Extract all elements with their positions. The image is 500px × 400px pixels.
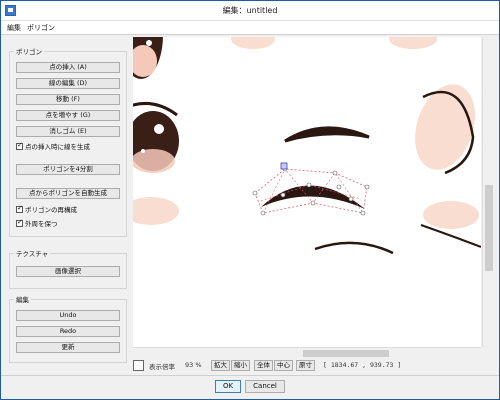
insert-line-checkbox[interactable]: 点の挿入時に線を生成: [16, 141, 90, 151]
left-cheek-blush: [133, 197, 179, 225]
zoom-out-button[interactable]: 縮小: [231, 360, 250, 371]
redo-button[interactable]: Redo: [16, 326, 120, 337]
edit-canvas[interactable]: [133, 37, 481, 347]
zoom-value: 93 %: [185, 361, 202, 369]
title-bar: 編集：untitled: [1, 1, 499, 21]
checkbox-icon: [16, 204, 23, 213]
split-polygon-button[interactable]: ポリゴンを4分割: [16, 164, 120, 175]
eyebrow-shape: [284, 126, 370, 143]
canvas-artwork: [133, 37, 481, 255]
menu-bar: 編集 ポリゴン: [1, 21, 499, 35]
cursor-coordinates: [ 1834.67 , 939.73 ]: [323, 361, 402, 369]
editor-window: 編集：untitled 編集 ポリゴン ポリゴン 点の挿入 (A) 線の編集 (…: [0, 0, 500, 400]
horizontal-scroll-thumb[interactable]: [303, 350, 389, 357]
right-ear-shape: [415, 84, 475, 175]
polygon-group: ポリゴン 点の挿入 (A) 線の編集 (D) 移動 (F) 点を増やす (G) …: [9, 46, 127, 237]
vertical-scrollbar[interactable]: [482, 37, 494, 347]
window-title: 編集：untitled: [222, 6, 278, 15]
auto-polygon-button[interactable]: 点からポリゴンを自動生成: [16, 188, 120, 199]
status-bar: 表示倍率 93 % 拡大 縮小 全体 中心 原寸 [ 1834.67 , 939…: [133, 359, 493, 372]
edit-group-label: 編集: [14, 294, 31, 304]
undo-button[interactable]: Undo: [16, 310, 120, 321]
cancel-button[interactable]: Cancel: [245, 380, 285, 393]
cheek-blush: [389, 37, 437, 49]
checkbox-icon: [16, 141, 23, 150]
horizontal-scrollbar[interactable]: [133, 347, 481, 358]
menu-polygon[interactable]: ポリゴン: [27, 23, 55, 33]
select-image-button[interactable]: 画像選択: [16, 266, 120, 277]
selected-vertex-handle[interactable]: [280, 162, 288, 170]
menu-edit[interactable]: 編集: [7, 23, 21, 33]
rebuild-polygon-label: ポリゴンの再構成: [25, 206, 77, 214]
dialog-button-bar: OK Cancel: [1, 375, 499, 399]
vertical-scroll-thumb[interactable]: [485, 185, 493, 271]
refresh-button[interactable]: 更新: [16, 342, 120, 353]
checkbox-icon: [16, 218, 23, 227]
move-button[interactable]: 移動 (F): [16, 94, 120, 105]
rebuild-polygon-checkbox[interactable]: ポリゴンの再構成: [16, 204, 77, 214]
polygon-group-label: ポリゴン: [14, 46, 44, 56]
view-toggle-box[interactable]: [133, 360, 144, 371]
ok-button[interactable]: OK: [215, 380, 241, 393]
right-cheek-blush: [423, 201, 479, 229]
insert-line-label: 点の挿入時に線を生成: [25, 143, 90, 151]
cheek-blush: [231, 37, 275, 49]
mouth-line: [314, 241, 394, 255]
texture-group: テクスチャ 画像選択: [9, 248, 127, 289]
fit-all-button[interactable]: 全体: [254, 360, 273, 371]
tool-panel: ポリゴン 点の挿入 (A) 線の編集 (D) 移動 (F) 点を増やす (G) …: [3, 37, 131, 373]
zoom-label: 表示倍率: [149, 363, 175, 371]
edit-group: 編集 Undo Redo 更新: [9, 294, 127, 363]
actual-size-button[interactable]: 原寸: [296, 360, 315, 371]
edit-line-button[interactable]: 線の編集 (D): [16, 78, 120, 89]
keep-outline-checkbox[interactable]: 外周を保つ: [16, 218, 58, 228]
selected-polygon-mesh[interactable]: [254, 168, 368, 214]
left-eye-shape: [133, 101, 179, 173]
upper-eye-shape: [133, 37, 163, 79]
eraser-button[interactable]: 消しゴム (E): [16, 126, 120, 137]
keep-outline-label: 外周を保つ: [25, 220, 58, 228]
texture-group-label: テクスチャ: [14, 248, 51, 258]
insert-point-button[interactable]: 点の挿入 (A): [16, 62, 120, 73]
center-button[interactable]: 中心: [274, 360, 293, 371]
zoom-in-button[interactable]: 拡大: [211, 360, 230, 371]
add-points-button[interactable]: 点を増やす (G): [16, 110, 120, 121]
